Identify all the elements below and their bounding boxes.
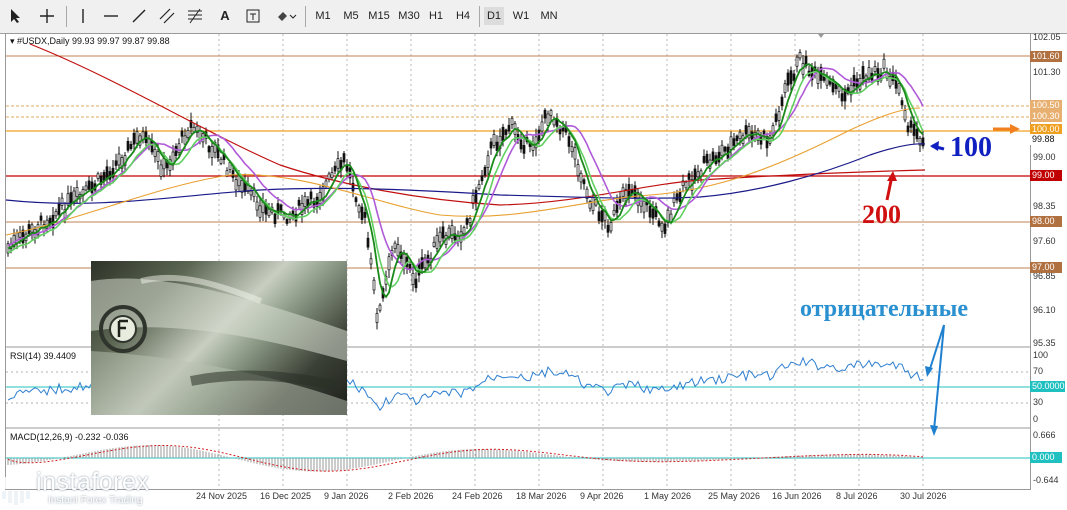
instaforex-logo: instaforex Instant Forex Trading [0,463,190,510]
rsi-axis-label: 30 [1033,397,1044,407]
date-label: 2 Feb 2026 [388,491,434,501]
price-axis-label: 96.10 [1033,305,1056,315]
dollar-bills-photo [91,261,347,415]
timeframe-m5[interactable]: M5 [340,7,362,25]
crosshair-icon[interactable] [36,6,58,26]
timeframe-m30[interactable]: M30 [396,7,422,25]
fibonacci-icon[interactable] [184,6,206,26]
date-label: 25 May 2026 [708,491,761,501]
date-label: 8 Jul 2026 [836,491,878,501]
rsi-title: RSI(14) 39.4409 [10,351,77,361]
shapes-icon[interactable] [272,6,300,26]
timeframe-mn[interactable]: MN [537,7,561,25]
ma200-annotation: 200 [862,200,901,229]
price-tag-97-00: 97.00 [1030,262,1062,273]
rsi-level-tag: 50.0000 [1030,381,1065,392]
logo-tagline: Instant Forex Trading [48,495,143,506]
negative-annotation: отрицательные [800,296,968,322]
macd-title: MACD(12,26,9) -0.232 -0.036 [10,432,129,442]
date-label: 9 Jan 2026 [324,491,369,501]
price-axis-label: 97.60 [1033,236,1056,246]
date-label: 18 Mar 2026 [516,491,567,501]
horizontal-line-icon[interactable] [100,6,122,26]
trend-line-icon[interactable] [128,6,150,26]
channel-icon[interactable] [156,6,178,26]
date-label: 9 Apr 2026 [580,491,624,501]
rsi-axis-label: 0 [1033,414,1039,424]
price-axis-label: 98.35 [1033,201,1056,211]
vertical-line-icon[interactable] [72,6,94,26]
label-icon[interactable] [242,6,264,26]
logo-brand: instaforex [36,468,150,496]
timeframe-m1[interactable]: M1 [312,7,334,25]
symbol-ohlc: #USDX,Daily 99.93 99.97 99.87 99.88 [17,36,170,46]
price-tag-98-00: 98.00 [1030,216,1062,227]
date-label: 16 Dec 2025 [260,491,312,501]
macd-axis-label: -0.644 [1033,475,1059,485]
cursor-icon[interactable] [4,6,26,26]
timeframe-h4[interactable]: H4 [452,7,474,25]
date-label: 1 May 2026 [644,491,692,501]
price-axis-label: 101.30 [1033,67,1061,77]
date-label: 16 Jun 2026 [772,491,822,501]
price-tag-current: 99.88 [1030,134,1062,145]
price-tag-99-00: 99.00 [1030,170,1062,181]
date-label: 24 Feb 2026 [452,491,503,501]
price-axis-label: 95.35 [1033,338,1056,348]
collapse-arrow-icon[interactable]: ▾ [10,36,17,46]
macd-axis-label: 0.666 [1033,430,1056,440]
price-tag-101-60: 101.60 [1030,51,1062,62]
date-label: 24 Nov 2025 [196,491,248,501]
date-label: 30 Jul 2026 [900,491,947,501]
price-axis-label: 102.05 [1033,32,1061,42]
timeframe-d1[interactable]: D1 [484,7,504,25]
timeframe-w1[interactable]: W1 [510,7,532,25]
price-axis-label: 99.00 [1033,152,1056,162]
rsi-axis-label: 70 [1033,366,1044,376]
macd-zero-tag: 0.000 [1030,452,1062,463]
rsi-axis-label: 100 [1033,350,1049,360]
symbol-info: ▾ #USDX,Daily 99.93 99.97 99.87 99.88 [10,36,170,47]
timeframe-m15[interactable]: M15 [366,7,392,25]
text-icon[interactable]: A [214,6,236,26]
timeframe-h1[interactable]: H1 [426,7,446,25]
price-tag-100-50: 100.50 [1030,100,1062,111]
price-tag-100-30: 100.30 [1030,111,1062,122]
toolbar: A M1 M5 M15 M30 H1 H4 D1 W1 MN [0,0,1067,34]
ma100-annotation: 100 [950,132,992,163]
